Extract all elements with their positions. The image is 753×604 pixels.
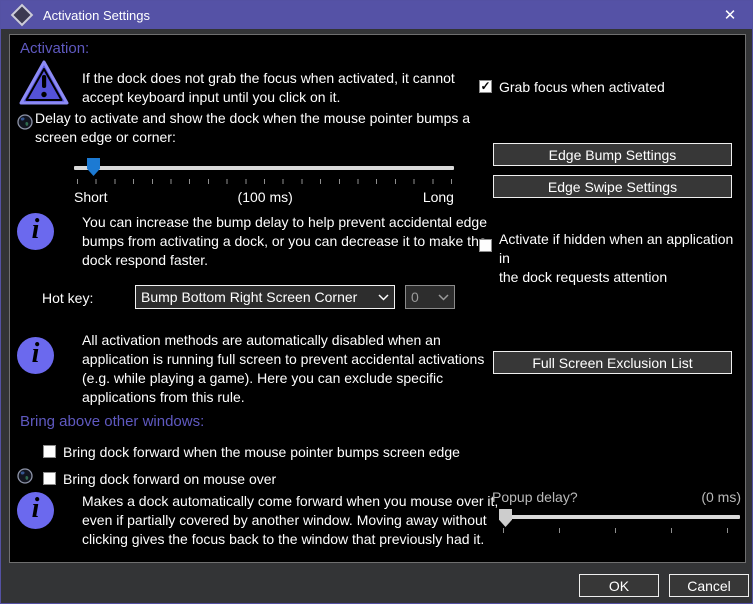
slider-label-long: Long [423, 189, 454, 205]
bump-delay-tick-marks [77, 179, 455, 184]
settings-panel: Activation: If the dock does not grab th… [9, 34, 746, 563]
hotkey-modifier-value: 0 [411, 289, 419, 305]
edge-bump-settings-button[interactable]: Edge Bump Settings [493, 143, 732, 166]
fullscreen-exclusion-button[interactable]: Full Screen Exclusion List [493, 351, 732, 374]
bump-delay-slider-thumb[interactable] [87, 158, 100, 176]
popup-delay-row: Popup delay? (0 ms) [492, 489, 741, 505]
mouse-over-label: Bring dock forward on mouse over [63, 470, 276, 489]
bump-delay-slider-track[interactable] [74, 166, 454, 170]
edge-swipe-settings-button[interactable]: Edge Swipe Settings [493, 175, 732, 198]
info-icon: i [17, 492, 54, 529]
close-icon[interactable]: ✕ [708, 1, 752, 29]
title-bar: Activation Settings [1, 1, 752, 29]
attention-label: Activate if hidden when an application i… [499, 230, 745, 287]
activation-settings-window: Activation Settings ✕ Activation: If the… [0, 0, 753, 604]
activation-section-heading: Activation: [20, 40, 89, 57]
grab-focus-label: Grab focus when activated [499, 78, 665, 97]
slider-label-current: (100 ms) [238, 189, 293, 205]
window-title: Activation Settings [43, 8, 150, 23]
bump-info-text: You can increase the bump delay to help … [82, 213, 487, 270]
chevron-down-icon [438, 294, 449, 301]
globe-icon [17, 114, 33, 135]
attention-checkbox[interactable]: ✓ [479, 239, 492, 252]
hotkey-label: Hot key: [42, 289, 93, 308]
hotkey-selected-value: Bump Bottom Right Screen Corner [141, 289, 357, 305]
chevron-down-icon [378, 294, 389, 301]
bump-forward-checkbox[interactable]: ✓ [43, 445, 56, 458]
bring-above-section-heading: Bring above other windows: [20, 413, 204, 430]
popup-delay-tick-marks [503, 528, 729, 533]
slider-label-short: Short [74, 189, 107, 205]
popup-delay-label: Popup delay? [492, 489, 578, 505]
mouse-over-checkbox[interactable]: ✓ [43, 472, 56, 485]
cancel-button[interactable]: Cancel [669, 574, 749, 597]
grab-focus-checkbox[interactable]: ✓ [479, 80, 492, 93]
fullscreen-info-text: All activation methods are automatically… [82, 331, 484, 407]
info-icon: i [17, 213, 54, 250]
ok-button[interactable]: OK [579, 574, 659, 597]
popup-delay-slider-track [505, 515, 740, 519]
info-icon: i [17, 337, 54, 374]
bump-forward-label: Bring dock forward when the mouse pointe… [63, 443, 460, 462]
globe-icon [17, 468, 33, 489]
delay-label: Delay to activate and show the dock when… [35, 109, 470, 147]
mouseover-info-text: Makes a dock automatically come forward … [82, 492, 498, 549]
popup-delay-slider-thumb [499, 509, 512, 527]
focus-warning-text: If the dock does not grab the focus when… [82, 69, 455, 107]
check-icon: ✓ [480, 81, 490, 92]
hotkey-modifier-dropdown: 0 [405, 285, 455, 309]
warning-icon [19, 60, 69, 111]
app-diamond-icon [11, 4, 34, 27]
popup-delay-value: (0 ms) [701, 489, 741, 505]
hotkey-dropdown[interactable]: Bump Bottom Right Screen Corner [135, 285, 395, 309]
bump-delay-slider-labels: Short (100 ms) Long [74, 189, 454, 205]
